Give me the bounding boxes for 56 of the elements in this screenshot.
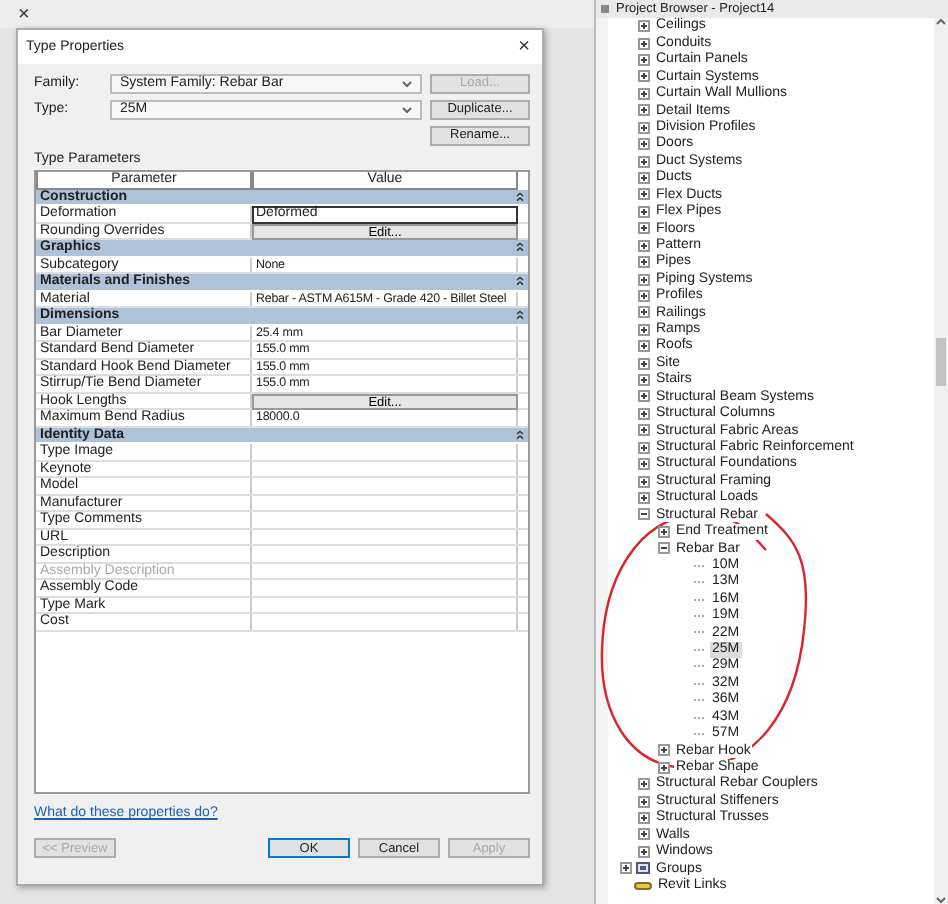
expand-icon[interactable] [638, 441, 650, 454]
close-button[interactable]: × [18, 3, 30, 25]
expand-icon[interactable] [638, 492, 650, 505]
expand-icon[interactable] [638, 138, 650, 151]
expand-icon[interactable] [638, 155, 650, 168]
expand-icon[interactable] [638, 87, 650, 100]
close-button[interactable]: × [518, 36, 530, 58]
collapse-group-icon[interactable] [516, 276, 524, 287]
expand-icon[interactable] [638, 273, 650, 286]
expand-icon[interactable] [638, 390, 650, 403]
scroll-down-icon[interactable] [936, 896, 946, 904]
expand-icon[interactable] [638, 70, 650, 83]
expand-icon[interactable] [638, 172, 650, 184]
chevron-down-icon [402, 79, 412, 87]
collapse-icon[interactable] [638, 508, 650, 521]
scrollbar-thumb[interactable] [936, 337, 946, 385]
collapse-group-icon[interactable] [516, 242, 524, 253]
expand-icon[interactable] [638, 845, 650, 858]
scroll-up-icon[interactable] [936, 18, 946, 26]
collapse-group-icon[interactable] [516, 191, 524, 202]
expand-icon[interactable] [638, 424, 650, 437]
expand-icon[interactable] [658, 744, 670, 757]
expand-icon[interactable] [620, 862, 632, 875]
expand-icon[interactable] [638, 475, 650, 488]
collapse-group-icon[interactable] [516, 429, 524, 440]
expand-icon[interactable] [658, 525, 670, 538]
scrollbar[interactable] [934, 18, 948, 904]
link-icon [634, 881, 652, 890]
expand-icon[interactable] [638, 323, 650, 336]
expand-icon[interactable] [638, 407, 650, 420]
expand-icon[interactable] [638, 289, 650, 302]
expand-icon[interactable] [638, 239, 650, 252]
expand-icon[interactable] [638, 222, 650, 235]
expand-icon[interactable] [638, 812, 650, 825]
expand-icon[interactable] [638, 828, 650, 841]
expand-icon[interactable] [638, 357, 650, 370]
expand-icon[interactable] [638, 306, 650, 319]
expand-icon[interactable] [638, 121, 650, 134]
expand-icon[interactable] [638, 256, 650, 269]
expand-icon[interactable] [638, 340, 650, 353]
collapse-group-icon[interactable] [516, 310, 524, 321]
expand-icon[interactable] [638, 205, 650, 218]
expand-icon[interactable] [638, 778, 650, 791]
expand-icon[interactable] [638, 104, 650, 117]
collapse-icon[interactable] [658, 542, 670, 555]
expand-icon[interactable] [638, 458, 650, 471]
expand-icon[interactable] [638, 20, 650, 33]
panel-icon [600, 4, 610, 14]
expand-icon[interactable] [638, 795, 650, 808]
expand-icon[interactable] [638, 188, 650, 201]
expand-icon[interactable] [658, 761, 670, 774]
group-icon [636, 862, 650, 875]
expand-icon[interactable] [638, 54, 650, 67]
expand-icon[interactable] [638, 37, 650, 50]
expand-icon[interactable] [638, 374, 650, 387]
chevron-down-icon [402, 105, 412, 113]
